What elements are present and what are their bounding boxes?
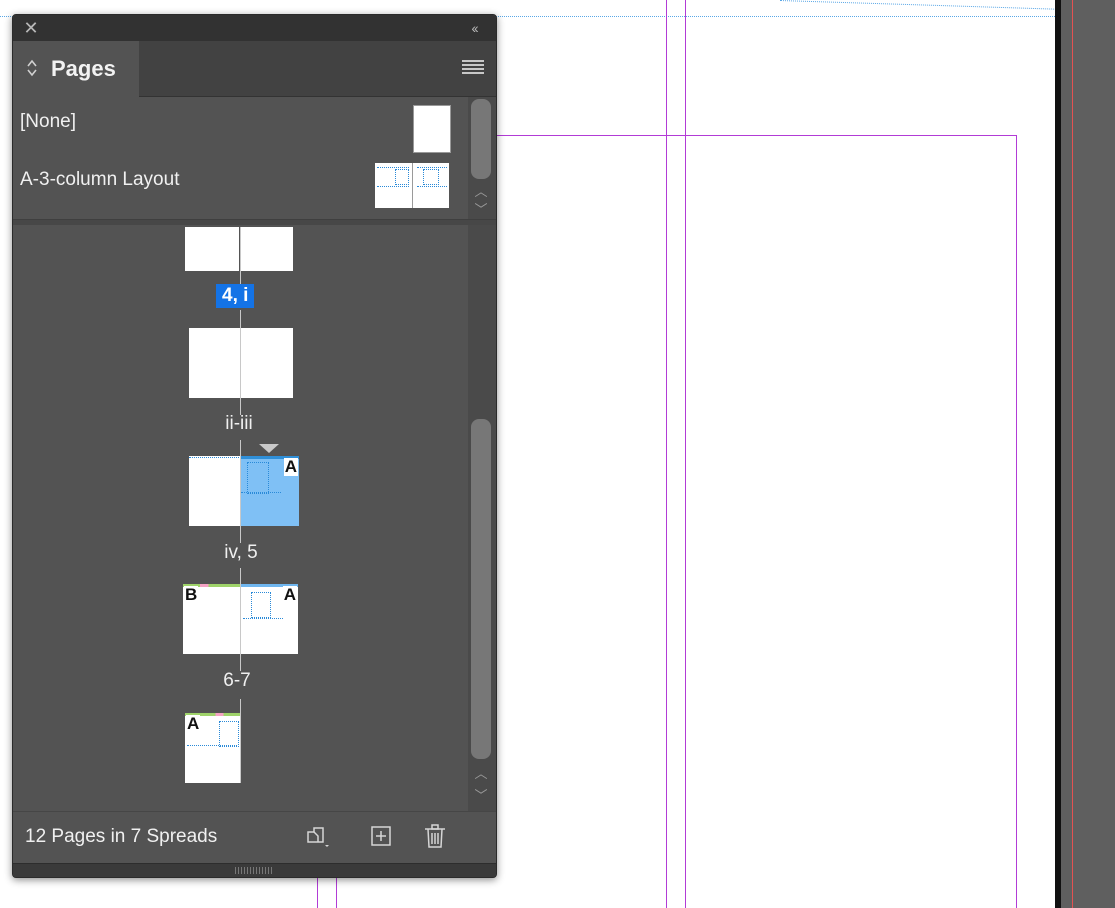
page-thumbnail[interactable]: [189, 328, 240, 398]
spread-label[interactable]: ii-iii: [211, 413, 267, 435]
status-text: 12 Pages in 7 Spreads: [25, 826, 218, 847]
master-item-none[interactable]: [None]: [13, 97, 468, 153]
scroll-up-icon[interactable]: ︿: [472, 767, 490, 781]
bleed-guide: [1072, 0, 1073, 908]
collapse-double-chevron-icon[interactable]: ‹‹: [464, 18, 484, 38]
scroll-down-icon[interactable]: ﹀: [472, 789, 490, 803]
page-thumbnail[interactable]: [240, 227, 293, 271]
page-thumbnail[interactable]: [241, 328, 293, 398]
master-thumbnail: [375, 163, 449, 208]
current-page-indicator-icon: [259, 444, 279, 453]
master-label: A-3-column Layout: [20, 169, 180, 190]
scroll-up-icon[interactable]: ︿: [472, 185, 490, 199]
spread-label[interactable]: 6-7: [209, 670, 265, 692]
trash-icon[interactable]: [421, 822, 449, 850]
page-thumbnail[interactable]: [189, 456, 240, 526]
edit-page-size-icon[interactable]: [303, 822, 331, 850]
master-letter: A: [283, 457, 298, 476]
panel-tabbar: Pages: [13, 41, 496, 97]
master-letter: B: [184, 585, 199, 604]
panel-menu-icon[interactable]: [462, 60, 484, 78]
close-icon[interactable]: ✕: [21, 18, 41, 38]
pages-scroll-track[interactable]: ︿ ﹀: [468, 225, 496, 811]
page-thumbnail[interactable]: B: [183, 584, 240, 654]
pasteboard: [1061, 0, 1115, 908]
tab-pages[interactable]: Pages: [13, 41, 139, 97]
panel-footer: 12 Pages in 7 Spreads: [13, 811, 496, 862]
spread-label[interactable]: 4, i: [216, 284, 255, 308]
margin-guide-top: [495, 135, 1017, 136]
masters-scroll-thumb[interactable]: [471, 99, 491, 179]
master-letter: A: [186, 714, 201, 733]
page-thumbnail[interactable]: [185, 227, 239, 271]
page-thumbnail[interactable]: A: [185, 713, 240, 783]
masters-scroll-track[interactable]: ︿ ﹀: [468, 97, 496, 219]
tab-label: Pages: [51, 56, 116, 81]
pages-panel: ✕ ‹‹ Pages [None] A-3-column Layout ︿ ﹀ …: [12, 14, 497, 878]
spread-label[interactable]: iv, 5: [213, 542, 269, 564]
updown-arrows-icon: [27, 59, 37, 77]
page-thumbnail-selected[interactable]: A: [241, 456, 299, 526]
scroll-down-icon[interactable]: ﹀: [472, 203, 490, 217]
page-thumbnail[interactable]: A: [241, 584, 298, 654]
panel-resize-grip[interactable]: [13, 863, 496, 877]
pages-scroll-thumb[interactable]: [471, 419, 491, 759]
master-thumbnail: [413, 105, 451, 153]
new-page-icon[interactable]: [367, 822, 395, 850]
master-letter: A: [282, 585, 297, 604]
panel-titlebar[interactable]: ✕ ‹‹: [13, 15, 496, 41]
column-guide: [336, 876, 337, 908]
masters-section: [None] A-3-column Layout ︿ ﹀: [13, 97, 496, 219]
margin-guide-right: [1016, 135, 1017, 908]
column-guide: [666, 0, 667, 908]
column-guide: [685, 0, 686, 908]
master-label: [None]: [20, 111, 76, 132]
pages-section: 4, i ii-iii A iv, 5 B A 6-7 A: [13, 225, 468, 811]
column-guide: [317, 876, 318, 908]
